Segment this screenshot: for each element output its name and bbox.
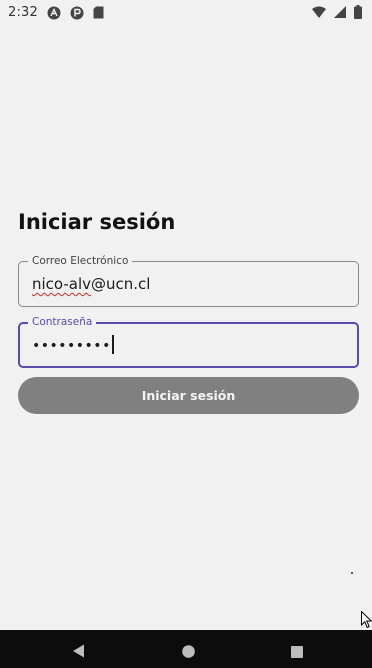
email-domain-part: @ucn.cl <box>91 275 151 293</box>
stray-dot <box>351 572 353 574</box>
email-misspelled-part: nico-alv <box>32 275 92 293</box>
back-icon[interactable] <box>72 643 85 662</box>
home-icon[interactable] <box>182 643 195 662</box>
email-field[interactable]: Correo Electrónico nico-alv@ucn.cl <box>18 254 359 307</box>
page-title: Iniciar sesión <box>18 210 176 234</box>
password-field[interactable]: Contraseña ••••••••• <box>18 315 359 368</box>
status-time: 2:32 <box>8 5 38 20</box>
password-field-label: Contraseña <box>28 315 97 329</box>
notification-p-icon <box>70 6 84 20</box>
navigation-bar <box>0 630 372 668</box>
password-masked-text: ••••••••• <box>32 338 111 354</box>
status-right <box>312 5 362 22</box>
battery-icon <box>354 5 362 22</box>
status-left: 2:32 <box>8 5 107 20</box>
wifi-icon <box>312 6 326 21</box>
recents-icon[interactable] <box>291 643 303 662</box>
password-field-value[interactable]: ••••••••• <box>32 335 114 356</box>
notification-a-icon <box>47 6 61 20</box>
signal-icon <box>334 6 346 21</box>
status-bar: 2:32 <box>0 0 372 28</box>
sd-card-icon <box>93 6 107 20</box>
text-caret <box>111 335 114 354</box>
email-field-label: Correo Electrónico <box>28 254 133 268</box>
login-button[interactable]: Iniciar sesión <box>18 377 359 414</box>
email-field-value[interactable]: nico-alv@ucn.cl <box>32 274 150 294</box>
